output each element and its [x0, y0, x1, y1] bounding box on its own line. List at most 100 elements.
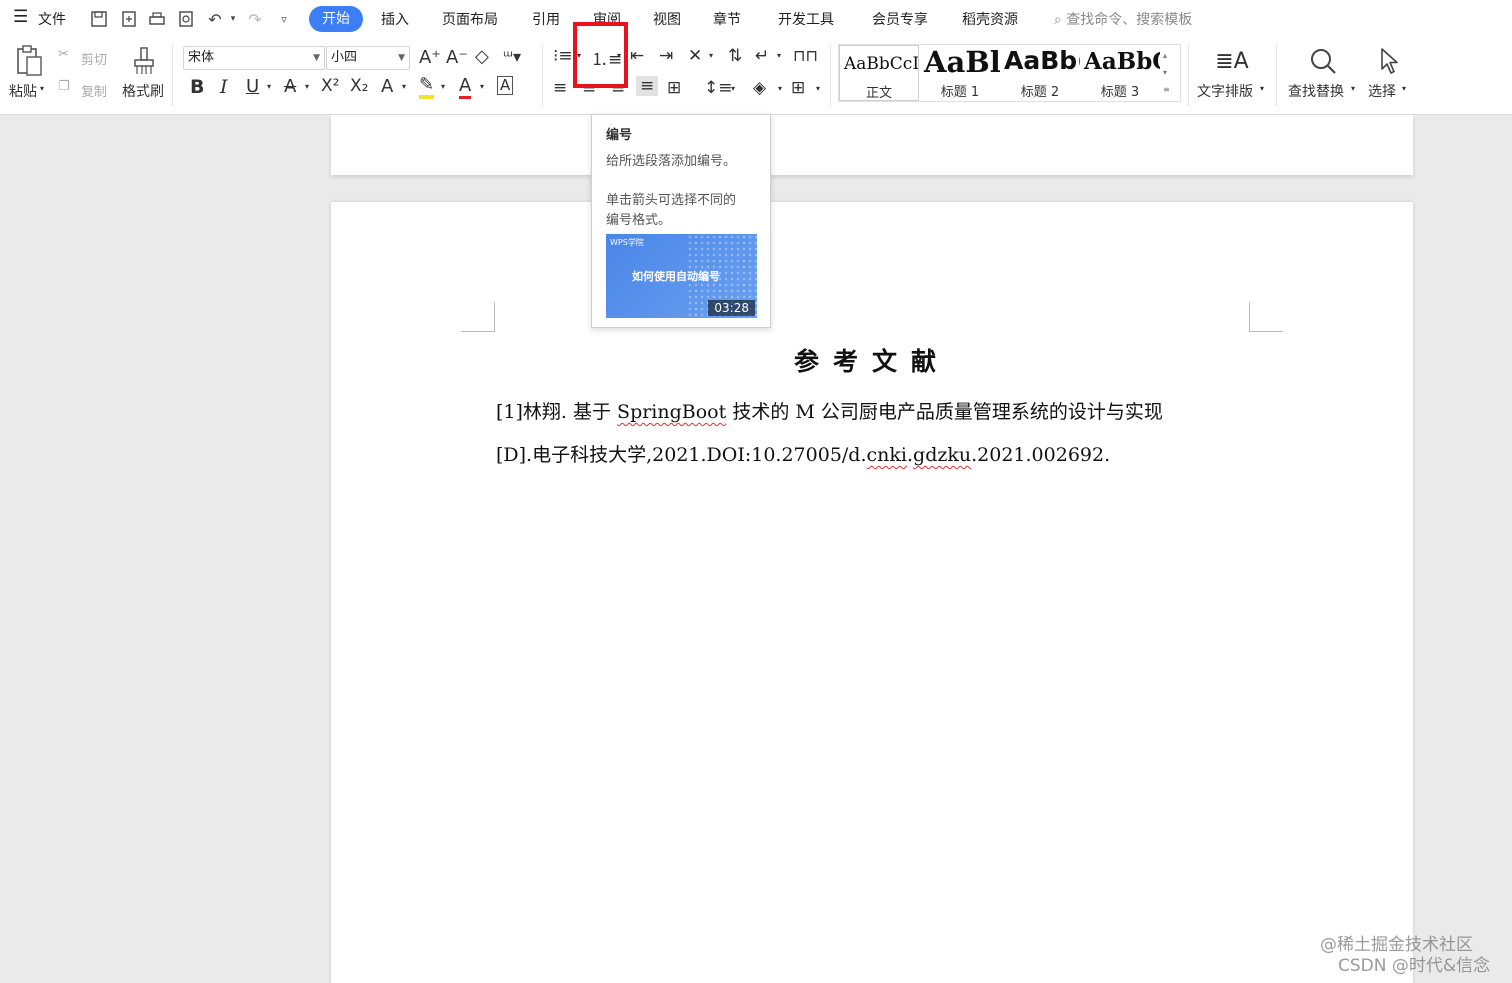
bullets-icon[interactable]: ⁝≡ [553, 46, 573, 66]
chevron-down-icon[interactable]: ▾ [1163, 64, 1170, 81]
document-page[interactable]: 参考文献 [1]林翔. 基于 SpringBoot 技术的 M 公司厨电产品质量… [331, 202, 1413, 983]
redo-icon[interactable]: ↷ [244, 8, 266, 30]
tutorial-video-thumbnail[interactable]: WPS学院 如何使用自动编号 03:28 [606, 234, 757, 318]
tab-home[interactable]: 开始 [309, 6, 363, 32]
show-marks-dropdown-icon[interactable]: ▾ [777, 51, 781, 60]
tab-page-layout[interactable]: 页面布局 [442, 9, 498, 29]
margin-corner-marker [461, 302, 495, 332]
tab-chapter[interactable]: 章节 [713, 9, 741, 29]
align-left-icon[interactable]: ≡ [553, 78, 567, 98]
tab-insert[interactable]: 插入 [381, 9, 409, 29]
show-marks-icon[interactable]: ↵ [755, 46, 769, 66]
text-layout-button[interactable]: 文字排版 [1197, 81, 1253, 101]
paste-icon[interactable] [12, 44, 46, 78]
line-spacing-dropdown-icon[interactable]: ▾ [731, 84, 735, 93]
command-search[interactable]: ⌕ 查找命令、搜索模板 [1054, 9, 1192, 29]
paste-dropdown-icon[interactable]: ▾ [40, 84, 44, 93]
style-name: 标题 2 [1020, 85, 1060, 100]
text-layout-dropdown-icon[interactable]: ▾ [1260, 84, 1264, 93]
tab-docer[interactable]: 稻壳资源 [962, 9, 1018, 29]
copy-icon[interactable]: ❐ [58, 79, 70, 94]
video-duration: 03:28 [708, 300, 755, 316]
hamburger-menu-icon[interactable]: ☰ [13, 7, 28, 27]
text-effect-dropdown-icon[interactable]: ▾ [402, 82, 406, 91]
save-icon[interactable] [88, 8, 110, 30]
style-heading-3[interactable]: AaBbC 标题 3 [1080, 45, 1160, 101]
sort-icon[interactable]: ⇅ [728, 46, 742, 66]
borders-dropdown-icon[interactable]: ▾ [816, 84, 820, 93]
strike-dropdown-icon[interactable]: ▾ [305, 82, 309, 91]
justify-icon[interactable]: ≡ [636, 76, 659, 96]
select-cursor-icon[interactable] [1373, 44, 1403, 78]
chevron-up-icon[interactable]: ▴ [1163, 47, 1170, 64]
font-size-value: 小四 [331, 50, 358, 65]
strikethrough-icon[interactable]: A [284, 76, 296, 97]
shading-icon[interactable]: ◈ [753, 78, 766, 98]
text-effect-icon[interactable]: A [381, 76, 393, 97]
superscript-icon[interactable]: X² [321, 76, 339, 96]
style-name: 标题 3 [1100, 85, 1140, 100]
tab-member[interactable]: 会员专享 [872, 9, 928, 29]
borders-icon[interactable]: ⊞ [791, 78, 805, 98]
style-heading-2[interactable]: AaBb( 标题 2 [1000, 45, 1080, 101]
margin-corner-marker [1249, 302, 1283, 332]
copy-button[interactable]: 复制 [81, 81, 107, 100]
font-name-select[interactable]: 宋体 ▼ [183, 46, 325, 70]
underline-icon[interactable]: U [246, 76, 259, 97]
tooltip-hint: 编号格式。 [606, 213, 672, 228]
search-input[interactable]: 查找命令、搜索模板 [1066, 12, 1192, 28]
subscript-icon[interactable]: X₂ [350, 76, 368, 96]
export-pdf-icon[interactable] [118, 8, 140, 30]
highlight-icon[interactable]: ✎ [419, 75, 435, 99]
file-menu[interactable]: 文件 [38, 9, 66, 29]
font-size-select[interactable]: 小四 ▼ [326, 46, 410, 70]
line-spacing-icon[interactable]: ↕≡ [704, 78, 733, 98]
reference-line-2[interactable]: [D].电子科技大学,2021.DOI:10.27005/d.cnki.gdzk… [496, 440, 1110, 467]
distributed-icon[interactable]: ⊞ [667, 78, 681, 98]
phonetic-guide-icon[interactable]: ᵚ▾ [503, 47, 521, 66]
find-replace-icon[interactable] [1306, 44, 1340, 78]
style-sample: AaBbC [1084, 48, 1160, 75]
shrink-font-icon[interactable]: A⁻ [446, 47, 468, 68]
font-color-dropdown-icon[interactable]: ▾ [480, 82, 484, 91]
undo-dropdown-icon[interactable]: ▾ [222, 8, 244, 30]
print-icon[interactable] [146, 8, 168, 30]
shading-dropdown-icon[interactable]: ▾ [778, 84, 782, 93]
references-heading[interactable]: 参考文献 [331, 342, 1413, 378]
previous-page [331, 115, 1413, 175]
tab-references[interactable]: 引用 [532, 9, 560, 29]
italic-icon[interactable]: I [220, 76, 228, 98]
clear-format-icon[interactable]: ◇ [475, 46, 489, 67]
char-border-icon[interactable]: A [497, 76, 514, 95]
underline-dropdown-icon[interactable]: ▾ [267, 82, 271, 91]
decrease-indent-icon[interactable]: ⇤ [630, 46, 644, 66]
select-button[interactable]: 选择 [1368, 81, 1396, 101]
print-preview-icon[interactable] [175, 8, 197, 30]
chinese-layout-icon[interactable]: ✕ [688, 46, 702, 66]
cut-icon[interactable]: ✂ [58, 47, 69, 62]
tab-stops-icon[interactable]: ⊓⊓ [793, 46, 818, 65]
bold-icon[interactable]: B [190, 76, 204, 98]
select-dropdown-icon[interactable]: ▾ [1402, 84, 1406, 93]
chinese-layout-dropdown-icon[interactable]: ▾ [709, 51, 713, 60]
styles-scroll[interactable]: ▴ ▾ ≡ [1163, 47, 1170, 98]
highlight-dropdown-icon[interactable]: ▾ [441, 82, 445, 91]
format-painter-button[interactable]: 格式刷 [122, 81, 164, 101]
font-color-icon[interactable]: A [459, 75, 472, 99]
style-heading-1[interactable]: AaBl 标题 1 [920, 45, 1000, 101]
customize-toolbar-icon[interactable]: ▿ [273, 8, 295, 30]
style-normal[interactable]: AaBbCcI 正文 [839, 45, 919, 101]
find-replace-dropdown-icon[interactable]: ▾ [1351, 84, 1355, 93]
format-painter-icon[interactable] [130, 44, 158, 78]
reference-line-1[interactable]: [1]林翔. 基于 SpringBoot 技术的 M 公司厨电产品质量管理系统的… [496, 397, 1163, 424]
paste-button[interactable]: 粘贴 [9, 81, 37, 101]
chevron-down-icon: ▼ [398, 53, 405, 63]
find-replace-button[interactable]: 查找替换 [1288, 81, 1344, 101]
styles-more-icon[interactable]: ≡ [1163, 81, 1170, 98]
grow-font-icon[interactable]: A⁺ [419, 47, 441, 68]
tab-view[interactable]: 视图 [653, 9, 681, 29]
text-layout-icon[interactable]: ≣A [1215, 44, 1249, 78]
tab-developer[interactable]: 开发工具 [778, 9, 834, 29]
cut-button[interactable]: 剪切 [81, 49, 107, 68]
increase-indent-icon[interactable]: ⇥ [659, 46, 673, 66]
